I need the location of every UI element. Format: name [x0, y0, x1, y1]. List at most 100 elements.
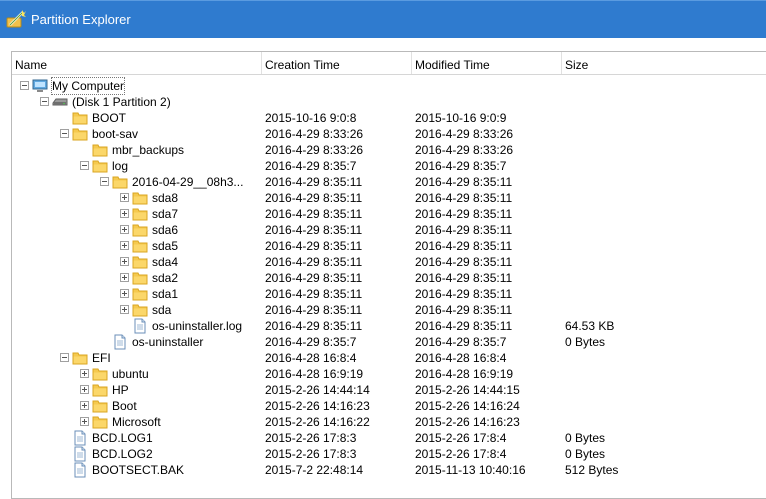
- tree-node-label[interactable]: sda4: [152, 254, 178, 270]
- tree-row[interactable]: os-uninstaller 2016-4-29 8:35:7 2016-4-29 …: [12, 334, 766, 350]
- tree-node-name-cell: (Disk 1 Partition 2): [12, 94, 262, 110]
- expand-icon[interactable]: [120, 193, 129, 202]
- tree-row[interactable]: (Disk 1 Partition 2): [12, 94, 766, 110]
- modified-time-cell: 2016-4-28 16:8:4: [415, 351, 507, 365]
- tree-node-label[interactable]: sda7: [152, 206, 178, 222]
- collapse-icon[interactable]: [100, 177, 109, 186]
- tree-node-label[interactable]: sda1: [152, 286, 178, 302]
- tree-node-label[interactable]: 2016-04-29__08h3...: [132, 174, 243, 190]
- tree-row[interactable]: sda 2016-4-29 8:35:11 2016-4-29 8:35:11: [12, 302, 766, 318]
- column-header-size[interactable]: Size: [562, 52, 766, 74]
- tree-node-label[interactable]: os-uninstaller: [132, 334, 203, 350]
- tree-row[interactable]: Boot 2015-2-26 14:16:23 2015-2-26 14:16:24: [12, 398, 766, 414]
- tree-node-label[interactable]: boot-sav: [92, 126, 138, 142]
- tree-node-label[interactable]: sda5: [152, 238, 178, 254]
- expand-icon[interactable]: [80, 385, 89, 394]
- tree-row[interactable]: log 2016-4-29 8:35:7 2016-4-29 8:35:7: [12, 158, 766, 174]
- folder-icon: [132, 302, 148, 318]
- creation-time-cell: 2016-4-29 8:35:11: [265, 223, 363, 237]
- modified-time-cell: 2015-2-26 14:44:15: [415, 383, 520, 397]
- creation-time-cell: 2016-4-29 8:35:7: [265, 159, 357, 173]
- creation-time-cell: 2016-4-29 8:35:11: [265, 207, 363, 221]
- expand-icon[interactable]: [80, 401, 89, 410]
- tree-node-label[interactable]: sda8: [152, 190, 178, 206]
- collapse-icon[interactable]: [60, 353, 69, 362]
- tree-node-label[interactable]: My Computer: [50, 77, 126, 95]
- tree-row[interactable]: sda1 2016-4-29 8:35:11 2016-4-29 8:35:11: [12, 286, 766, 302]
- folder-icon: [72, 110, 88, 126]
- tree-node-label[interactable]: Boot: [112, 398, 137, 414]
- expand-icon[interactable]: [120, 257, 129, 266]
- tree-node-label[interactable]: HP: [112, 382, 129, 398]
- creation-time-cell: 2015-7-2 22:48:14: [265, 463, 364, 477]
- tree-row[interactable]: sda5 2016-4-29 8:35:11 2016-4-29 8:35:11: [12, 238, 766, 254]
- tree-row[interactable]: BOOTSECT.BAK 2015-7-2 22:48:14 2015-11-13 …: [12, 462, 766, 478]
- expand-icon[interactable]: [120, 209, 129, 218]
- folder-icon: [132, 190, 148, 206]
- expand-icon[interactable]: [80, 369, 89, 378]
- collapse-icon[interactable]: [40, 97, 49, 106]
- tree-node-label[interactable]: (Disk 1 Partition 2): [72, 94, 171, 110]
- tree-row[interactable]: sda8 2016-4-29 8:35:11 2016-4-29 8:35:11: [12, 190, 766, 206]
- tree-node-label[interactable]: BCD.LOG2: [92, 446, 153, 462]
- folder-icon: [92, 382, 108, 398]
- tree-row[interactable]: 2016-04-29__08h3... 2016-4-29 8:35:11 2016…: [12, 174, 766, 190]
- creation-time-cell: 2016-4-29 8:33:26: [265, 127, 364, 141]
- tree-row[interactable]: My Computer: [12, 77, 766, 95]
- tree-node-label[interactable]: ubuntu: [112, 366, 149, 382]
- tree-row[interactable]: Microsoft 2015-2-26 14:16:22 2015-2-26 14:…: [12, 414, 766, 430]
- tree-row[interactable]: sda6 2016-4-29 8:35:11 2016-4-29 8:35:11: [12, 222, 766, 238]
- folder-icon: [92, 398, 108, 414]
- tree-node-label[interactable]: BOOTSECT.BAK: [92, 462, 184, 478]
- column-header-creation-time[interactable]: Creation Time: [262, 52, 412, 74]
- tree-node-label[interactable]: os-uninstaller.log: [152, 318, 242, 334]
- tree-node-name-cell: Microsoft: [12, 414, 262, 430]
- tree-row[interactable]: sda7 2016-4-29 8:35:11 2016-4-29 8:35:11: [12, 206, 766, 222]
- tree-node-name-cell: EFI: [12, 350, 262, 366]
- tree-node-name-cell: BOOTSECT.BAK: [12, 462, 262, 478]
- collapse-icon[interactable]: [60, 129, 69, 138]
- folder-icon: [72, 126, 88, 142]
- creation-time-cell: 2015-2-26 14:16:22: [265, 415, 370, 429]
- tree-node-name-cell: mbr_backups: [12, 142, 262, 158]
- creation-time-cell: 2016-4-28 16:8:4: [265, 351, 357, 365]
- modified-time-cell: 2016-4-29 8:35:11: [415, 239, 513, 253]
- modified-time-cell: 2016-4-29 8:33:26: [415, 127, 514, 141]
- tree-node-label[interactable]: Microsoft: [112, 414, 161, 430]
- expand-icon[interactable]: [80, 417, 89, 426]
- tree-row[interactable]: HP 2015-2-26 14:44:14 2015-2-26 14:44:15: [12, 382, 766, 398]
- file-icon: [72, 430, 88, 446]
- tree-row[interactable]: boot-sav 2016-4-29 8:33:26 2016-4-29 8:33:…: [12, 126, 766, 142]
- expand-icon[interactable]: [120, 241, 129, 250]
- folder-icon: [132, 222, 148, 238]
- tree-row[interactable]: mbr_backups 2016-4-29 8:33:26 2016-4-29 8:…: [12, 142, 766, 158]
- tree-node-label[interactable]: mbr_backups: [112, 142, 184, 158]
- tree-row[interactable]: BCD.LOG2 2015-2-26 17:8:3 2015-2-26 17:8:4…: [12, 446, 766, 462]
- collapse-icon[interactable]: [80, 161, 89, 170]
- tree-row[interactable]: BCD.LOG1 2015-2-26 17:8:3 2015-2-26 17:8:4…: [12, 430, 766, 446]
- expand-icon[interactable]: [120, 289, 129, 298]
- column-header-modified-time[interactable]: Modified Time: [412, 52, 562, 74]
- tree-row[interactable]: os-uninstaller.log 2016-4-29 8:35:11 2016-…: [12, 318, 766, 334]
- tree-node-label[interactable]: EFI: [92, 350, 111, 366]
- tree-node-label[interactable]: sda: [152, 302, 171, 318]
- tree-row[interactable]: sda2 2016-4-29 8:35:11 2016-4-29 8:35:11: [12, 270, 766, 286]
- tree-row[interactable]: ubuntu 2016-4-28 16:9:19 2016-4-28 16:9:19: [12, 366, 766, 382]
- tree-row[interactable]: EFI 2016-4-28 16:8:4 2016-4-28 16:8:4: [12, 350, 766, 366]
- tree-node-name-cell: boot-sav: [12, 126, 262, 142]
- expand-icon[interactable]: [120, 225, 129, 234]
- file-icon: [112, 334, 128, 350]
- tree-row[interactable]: BOOT 2015-10-16 9:0:8 2015-10-16 9:0:9: [12, 110, 766, 126]
- modified-time-cell: 2016-4-29 8:35:11: [415, 191, 513, 205]
- file-icon: [132, 318, 148, 334]
- expand-icon[interactable]: [120, 273, 129, 282]
- column-header-name[interactable]: Name: [12, 52, 262, 74]
- collapse-icon[interactable]: [20, 81, 29, 90]
- tree-node-label[interactable]: log: [112, 158, 128, 174]
- tree-row[interactable]: sda4 2016-4-29 8:35:11 2016-4-29 8:35:11: [12, 254, 766, 270]
- tree-node-label[interactable]: BOOT: [92, 110, 126, 126]
- tree-node-label[interactable]: BCD.LOG1: [92, 430, 153, 446]
- tree-node-label[interactable]: sda6: [152, 222, 178, 238]
- expand-icon[interactable]: [120, 305, 129, 314]
- tree-node-label[interactable]: sda2: [152, 270, 178, 286]
